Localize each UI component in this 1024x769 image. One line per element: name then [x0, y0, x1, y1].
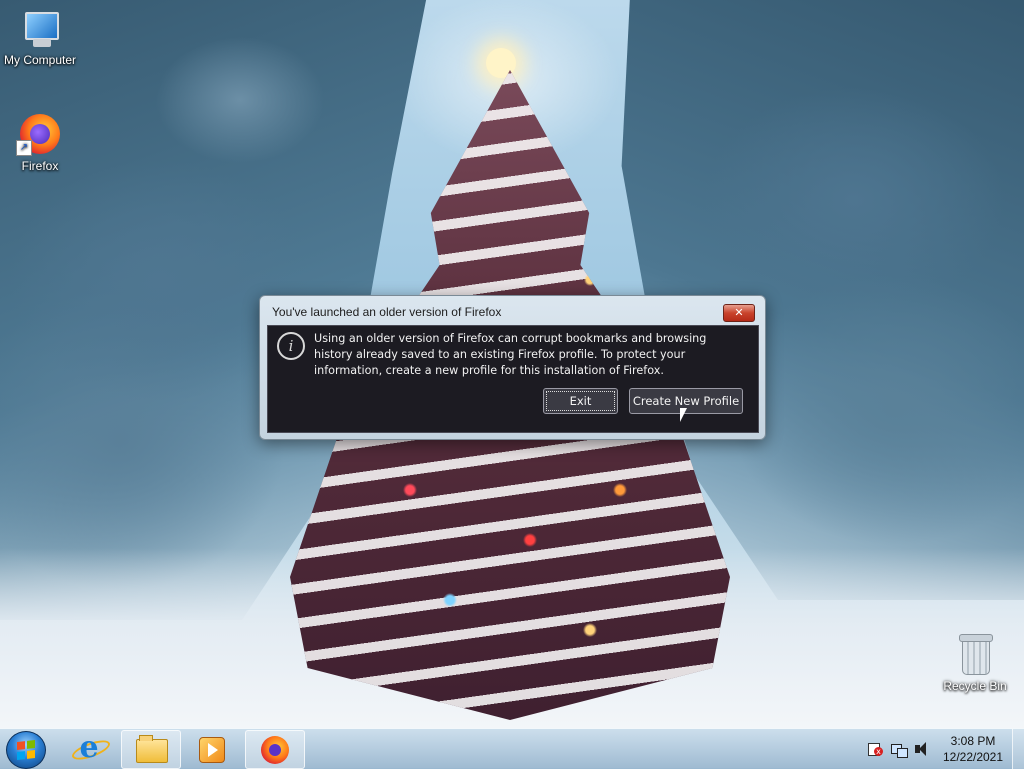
taskbar-clock[interactable]: 3:08 PM 12/22/2021	[940, 733, 1006, 765]
action-center-icon[interactable]: x	[866, 742, 883, 756]
desktop-icon-firefox[interactable]: ↗ Firefox	[0, 112, 80, 173]
network-icon[interactable]	[891, 742, 908, 758]
exit-button[interactable]: Exit	[543, 388, 618, 414]
desktop-icon-my-computer[interactable]: My Computer	[0, 10, 80, 67]
clock-time: 3:08 PM	[950, 734, 996, 748]
info-icon: i	[277, 332, 305, 360]
taskbar-media-player[interactable]	[182, 730, 240, 767]
folder-icon	[136, 735, 168, 763]
taskbar-windows-explorer[interactable]	[121, 730, 181, 769]
internet-explorer-icon: e	[79, 730, 99, 765]
desktop-icon-label: My Computer	[3, 53, 77, 67]
dialog-title: You've launched an older version of Fire…	[272, 305, 502, 319]
firefox-icon	[261, 736, 289, 764]
show-desktop-button[interactable]	[1012, 729, 1024, 769]
start-button[interactable]	[6, 731, 46, 769]
windows-start-icon	[17, 740, 35, 760]
volume-icon[interactable]	[914, 742, 930, 756]
desktop-icon-recycle-bin[interactable]: Recycle Bin	[935, 632, 1015, 693]
taskbar-internet-explorer[interactable]: e	[60, 730, 118, 767]
older-version-dialog: You've launched an older version of Fire…	[259, 295, 766, 440]
recycle-bin-icon	[957, 632, 993, 676]
desktop-icon-label: Firefox	[21, 159, 59, 173]
media-player-icon	[199, 737, 225, 763]
close-icon: ✕	[734, 306, 744, 319]
dialog-titlebar[interactable]: You've launched an older version of Fire…	[260, 296, 765, 326]
computer-icon	[19, 10, 61, 50]
clock-date: 12/22/2021	[942, 750, 1004, 764]
taskbar-firefox[interactable]	[245, 730, 305, 769]
desktop-icon-label: Recycle Bin	[943, 679, 1007, 693]
mouse-cursor-icon	[679, 407, 688, 423]
taskbar: e x 3:08 PM 12/22/2021	[0, 728, 1024, 769]
dialog-message: Using an older version of Firefox can co…	[314, 332, 707, 377]
firefox-icon: ↗	[16, 112, 62, 156]
close-button[interactable]: ✕	[723, 304, 755, 322]
